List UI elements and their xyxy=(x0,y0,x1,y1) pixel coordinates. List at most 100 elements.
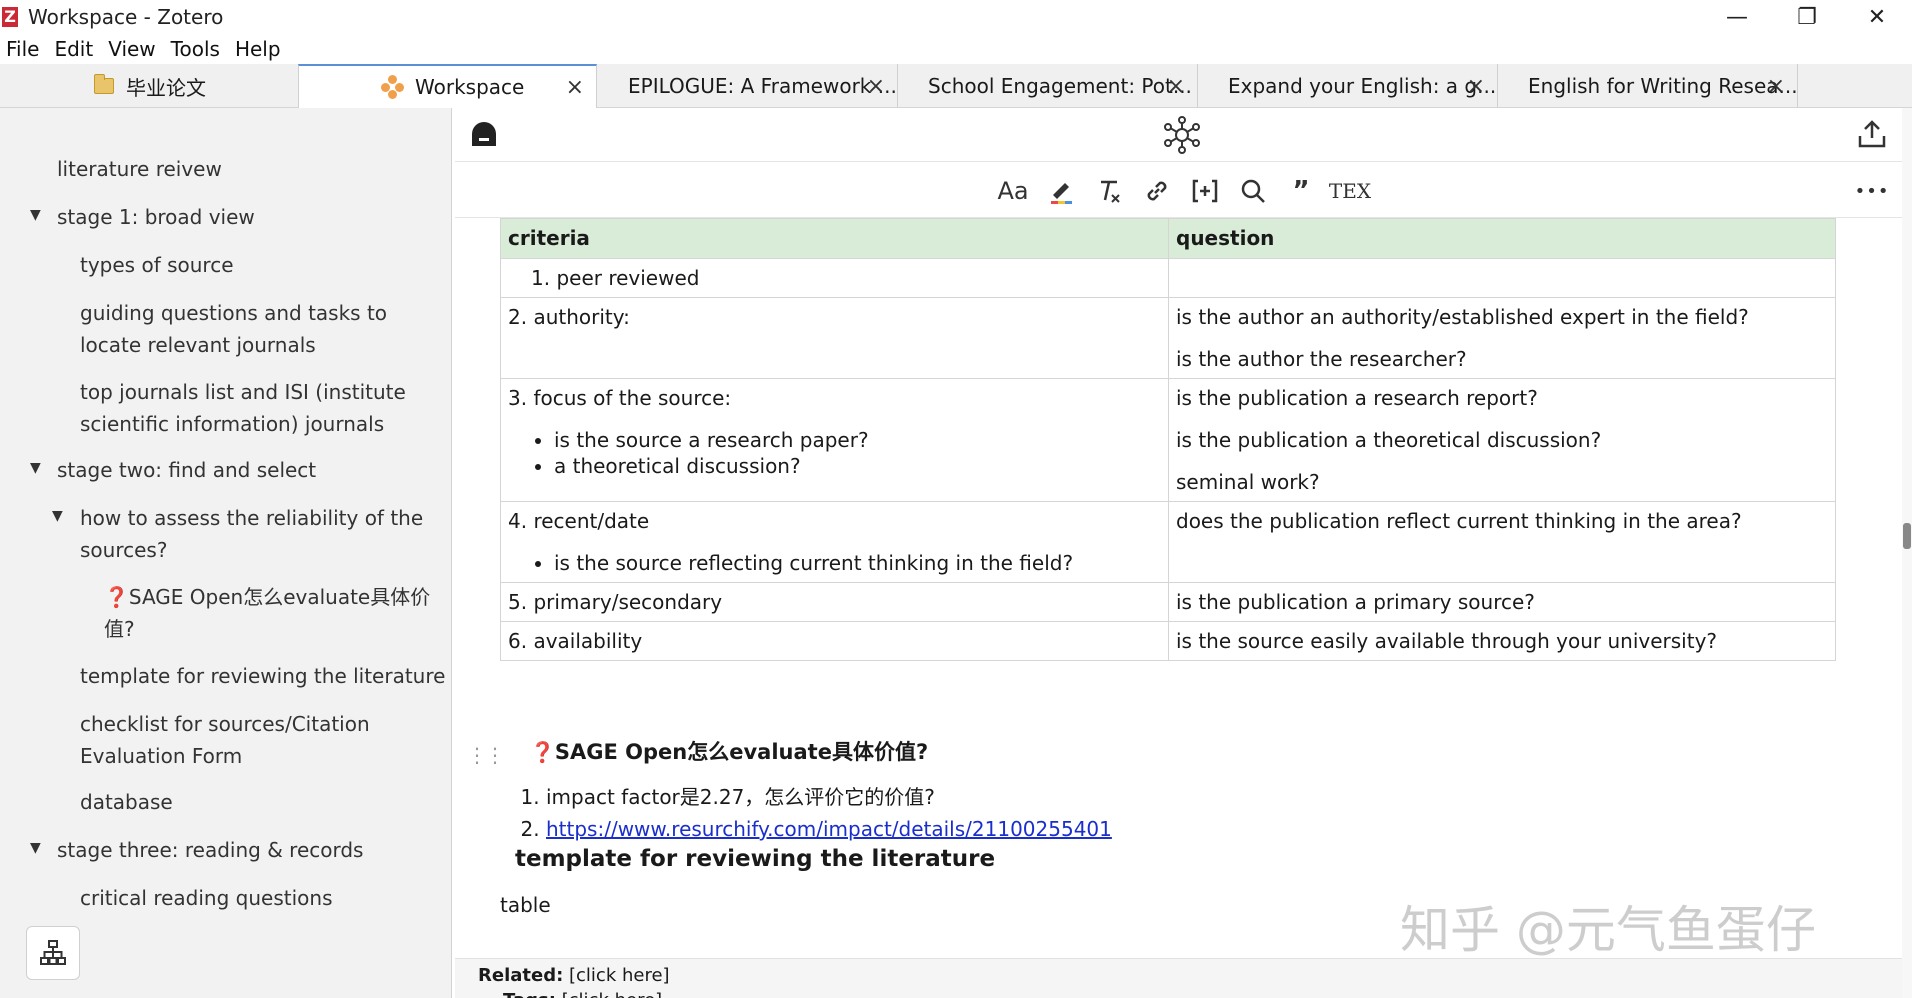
close-tab-icon[interactable]: × xyxy=(1767,74,1785,99)
outline-item[interactable]: database xyxy=(80,786,173,818)
tab-workspace[interactable]: Workspace × xyxy=(298,64,597,108)
highlight-icon[interactable] xyxy=(1044,174,1078,208)
cell-text: seminal work? xyxy=(1176,470,1320,494)
workspace-icon xyxy=(381,75,405,99)
outline-item[interactable]: types of source xyxy=(80,249,234,281)
menu-file[interactable]: File xyxy=(0,37,48,61)
table-cell: is the author an authority/established e… xyxy=(1168,297,1836,379)
close-tab-icon[interactable]: × xyxy=(1467,74,1485,99)
table-header-row: criteria question xyxy=(500,218,1836,259)
related-value[interactable]: [click here] xyxy=(569,965,670,986)
note-editor: Aa ” TEX ••• criteria question 1. peer r… xyxy=(455,108,1912,998)
table-cell: 1. peer reviewed xyxy=(500,258,1169,298)
table-cell: 6. availability xyxy=(500,621,1169,661)
outline-item[interactable]: stage two: find and select xyxy=(57,454,316,486)
list-item: impact factor是2.27，怎么评价它的价值? xyxy=(546,781,1112,813)
outline-item[interactable]: ❓SAGE Open怎么evaluate具体价 xyxy=(104,581,430,613)
outline-item[interactable]: 值? xyxy=(104,613,135,645)
collapse-twisty-icon[interactable]: ▼ xyxy=(30,840,41,856)
home-icon[interactable] xyxy=(469,118,499,150)
outline-item[interactable]: literature reivew xyxy=(57,153,222,185)
menu-view[interactable]: View xyxy=(102,37,164,61)
link-icon[interactable] xyxy=(1140,174,1174,208)
resurchify-link[interactable]: https://www.resurchify.com/impact/detail… xyxy=(546,817,1112,841)
outline-item[interactable]: top journals list and ISI (institute xyxy=(80,376,406,408)
outline-item[interactable]: Evaluation Form xyxy=(80,740,242,772)
close-tab-icon[interactable]: × xyxy=(1167,74,1185,99)
outline-item[interactable]: guiding questions and tasks to xyxy=(80,297,387,329)
table-cell: 2. authority: xyxy=(500,297,1169,379)
table-row: 4. recent/date is the source reflecting … xyxy=(500,501,1836,583)
tags-value[interactable]: [click here] xyxy=(562,990,663,998)
library-tab-label: 毕业论文 xyxy=(126,75,206,100)
table-header: criteria xyxy=(500,218,1169,259)
table-cell: is the publication a primary source? xyxy=(1168,582,1836,622)
formatting-toolbar: Aa ” TEX ••• xyxy=(455,162,1912,218)
clear-format-icon[interactable] xyxy=(1092,174,1126,208)
menu-tools[interactable]: Tools xyxy=(165,37,229,61)
menu-help[interactable]: Help xyxy=(229,37,290,61)
table-row: 3. focus of the source: is the source a … xyxy=(500,378,1836,502)
more-options-icon[interactable]: ••• xyxy=(1855,174,1889,208)
outline-item[interactable]: checklist for sources/Citation xyxy=(80,708,370,740)
list-item: a theoretical discussion? xyxy=(554,453,1161,479)
table-cell: is the source easily available through y… xyxy=(1168,621,1836,661)
close-window-button[interactable]: ✕ xyxy=(1842,0,1912,34)
tags-row: Tags: [click here] xyxy=(503,990,662,998)
find-icon[interactable] xyxy=(1236,174,1270,208)
table-cell: is the publication a research report? is… xyxy=(1168,378,1836,502)
outline-item[interactable]: critical reading questions xyxy=(80,882,333,914)
outline-item[interactable]: template for reviewing the literature xyxy=(80,660,445,692)
tab-label: EPILOGUE: A Framework ... xyxy=(628,74,897,98)
tab-school-engagement[interactable]: School Engagement: Pot... × xyxy=(898,64,1198,108)
drag-handle-icon[interactable]: ⋮⋮ xyxy=(467,743,505,767)
template-heading: template for reviewing the literature xyxy=(515,846,996,872)
outline-item[interactable]: stage three: reading & records xyxy=(57,834,363,866)
menu-edit[interactable]: Edit xyxy=(48,37,102,61)
tab-epilogue[interactable]: EPILOGUE: A Framework ... × xyxy=(598,64,898,108)
tab-label: English for Writing Resea... xyxy=(1528,74,1798,98)
outline-item[interactable]: locate relevant journals xyxy=(80,329,316,361)
outline-item[interactable]: stage 1: broad view xyxy=(57,201,255,233)
collapse-twisty-icon[interactable]: ▼ xyxy=(52,508,63,524)
outline-item[interactable]: scientific information) journals xyxy=(80,408,384,440)
watermark: 知乎 @元气鱼蛋仔 xyxy=(1400,901,1816,959)
citation-icon[interactable] xyxy=(1188,174,1222,208)
scrollbar-thumb[interactable] xyxy=(1903,523,1911,549)
tab-bar: 毕业论文 Workspace × EPILOGUE: A Framework .… xyxy=(0,64,1912,108)
editor-header xyxy=(455,108,1912,162)
outline-sidebar: literature reivew ▼ stage 1: broad view … xyxy=(0,108,452,998)
share-upload-icon[interactable] xyxy=(1856,118,1888,150)
table-cell: 4. recent/date is the source reflecting … xyxy=(500,501,1169,583)
restore-button[interactable]: ❐ xyxy=(1772,0,1842,34)
relations-graph-icon[interactable] xyxy=(1163,116,1201,154)
cell-text: is the publication a theoretical discuss… xyxy=(1176,428,1602,452)
collapse-twisty-icon[interactable]: ▼ xyxy=(30,460,41,476)
menu-bar: File Edit View Tools Help xyxy=(0,34,1912,64)
scrollbar[interactable] xyxy=(1902,108,1912,998)
criteria-table: criteria question 1. peer reviewed 2. au… xyxy=(500,218,1836,661)
outline-item[interactable]: sources? xyxy=(80,534,167,566)
tab-english-writing[interactable]: English for Writing Resea... × xyxy=(1498,64,1798,108)
tex-icon[interactable]: TEX xyxy=(1327,174,1373,208)
tab-expand-english[interactable]: Expand your English: a g... × xyxy=(1198,64,1498,108)
table-row: 2. authority: is the author an authority… xyxy=(500,297,1836,379)
tags-label: Tags: xyxy=(503,990,556,998)
outline-toggle-button[interactable] xyxy=(26,926,80,980)
font-size-icon[interactable]: Aa xyxy=(996,174,1030,208)
list-item: is the source a research paper? xyxy=(554,427,1161,453)
close-tab-icon[interactable]: × xyxy=(566,75,584,100)
table-cell xyxy=(1168,258,1836,298)
quote-icon[interactable]: ” xyxy=(1284,174,1318,208)
related-label: Related: xyxy=(478,965,564,986)
note-content[interactable]: criteria question 1. peer reviewed 2. au… xyxy=(455,218,1912,958)
close-tab-icon[interactable]: × xyxy=(867,74,885,99)
collapse-twisty-icon[interactable]: ▼ xyxy=(30,207,41,223)
outline-item[interactable]: how to assess the reliability of the xyxy=(80,502,423,534)
table-row: 5. primary/secondary is the publication … xyxy=(500,582,1836,622)
minimize-button[interactable]: — xyxy=(1702,0,1772,34)
cell-text: is the publication a research report? xyxy=(1176,386,1538,410)
note-footer: Related: [click here] Tags: [click here] xyxy=(455,958,1912,998)
tab-library[interactable]: 毕业论文 xyxy=(0,64,296,108)
table-label: table xyxy=(500,893,551,917)
